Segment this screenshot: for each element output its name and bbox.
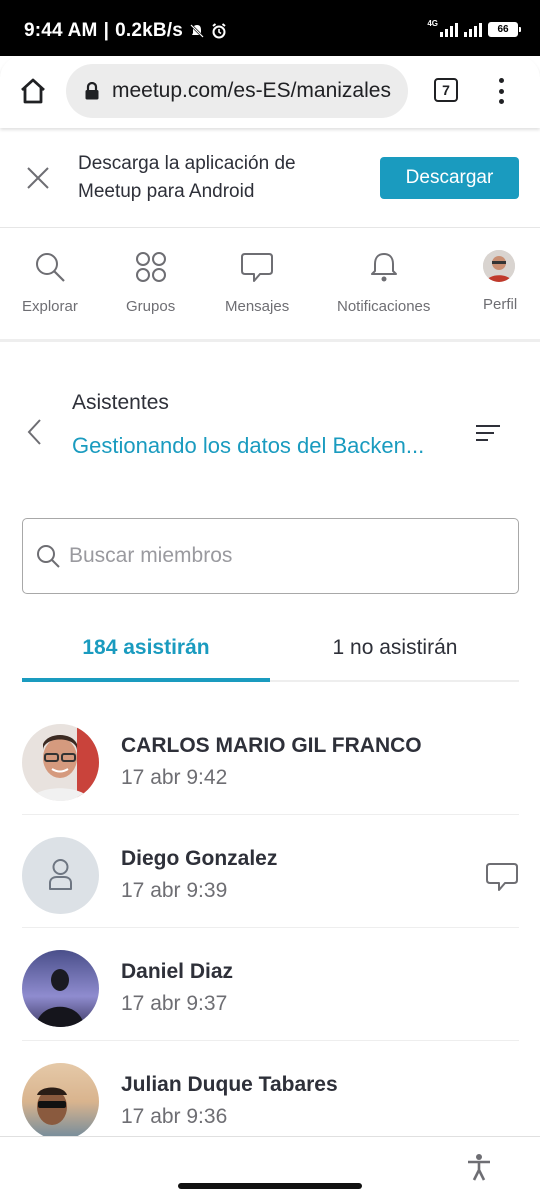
nav-notificaciones[interactable]: Notificaciones <box>337 250 430 315</box>
message-icon[interactable] <box>485 861 519 893</box>
bottom-bar <box>0 1136 540 1200</box>
avatar <box>22 724 99 801</box>
avatar <box>22 950 99 1027</box>
nav-label-mensajes: Mensajes <box>225 298 290 315</box>
attendance-tabs: 184 asistirán 1 no asistirán <box>22 616 519 682</box>
section-label: Asistentes <box>72 391 169 414</box>
alarm-icon <box>212 23 226 39</box>
sort-icon[interactable] <box>474 424 502 442</box>
attendee-time: 17 abr 9:42 <box>121 766 228 789</box>
main-nav: Explorar Grupos Mensajes Notificaciones <box>0 228 540 342</box>
attendee-name: Julian Duque Tabares <box>121 1073 338 1096</box>
signal-icon <box>440 22 458 37</box>
list-item[interactable]: Diego Gonzalez 17 abr 9:39 <box>22 815 519 928</box>
nav-label-perfil: Perfil <box>483 296 518 313</box>
battery-level: 66 <box>497 24 509 35</box>
attendee-time: 17 abr 9:39 <box>121 879 228 902</box>
search-icon <box>37 545 60 568</box>
bell-icon <box>370 253 397 282</box>
accessibility-icon[interactable] <box>466 1153 492 1181</box>
banner-text: Descarga la aplicación de Meetup para An… <box>78 153 296 202</box>
tab-attending[interactable]: 184 asistirán <box>22 636 270 660</box>
attendee-name: Daniel Diaz <box>121 960 234 983</box>
url-text: meetup.com/es-ES/manizales <box>112 79 391 102</box>
active-tab-indicator <box>22 678 270 682</box>
tab-not-attending[interactable]: 1 no asistirán <box>271 636 519 660</box>
profile-avatar <box>483 250 515 282</box>
list-item[interactable]: CARLOS MARIO GIL FRANCO 17 abr 9:42 <box>22 702 519 815</box>
attendee-name: Diego Gonzalez <box>121 847 278 870</box>
groups-icon <box>135 252 166 282</box>
search-input[interactable] <box>69 544 489 568</box>
avatar <box>22 1063 99 1140</box>
browser-toolbar: meetup.com/es-ES/manizales 7 <box>0 56 540 128</box>
search-icon <box>35 253 65 282</box>
tab-switcher-button[interactable]: 7 <box>434 78 458 102</box>
home-icon[interactable] <box>18 76 48 106</box>
status-right: 4G 66 <box>427 19 521 37</box>
nav-label-grupos: Grupos <box>126 298 176 315</box>
nav-grupos[interactable]: Grupos <box>126 250 175 315</box>
member-search[interactable] <box>22 518 519 594</box>
nav-label-explorar: Explorar <box>22 298 78 315</box>
more-menu-icon[interactable] <box>492 76 510 106</box>
lock-icon <box>85 82 99 100</box>
tab-count: 7 <box>442 82 450 98</box>
signal-icon-2 <box>464 22 482 37</box>
status-bar: 9:44 AM | 0.2kB/s 4G 66 <box>0 0 540 56</box>
address-bar[interactable]: meetup.com/es-ES/manizales <box>66 64 408 118</box>
app-download-banner: Descarga la aplicación de Meetup para An… <box>0 128 540 228</box>
nav-mensajes[interactable]: Mensajes <box>225 250 289 315</box>
avatar-placeholder <box>22 837 99 914</box>
status-separator: | <box>103 20 110 41</box>
event-title-link[interactable]: Gestionando los datos del Backen... <box>72 433 452 459</box>
status-speed: 0.2kB/s <box>115 20 184 41</box>
close-icon[interactable] <box>26 166 50 190</box>
back-chevron-icon[interactable] <box>24 418 46 446</box>
nav-explorar[interactable]: Explorar <box>22 250 78 315</box>
nav-perfil[interactable]: Perfil <box>483 250 523 313</box>
list-item[interactable]: Daniel Diaz 17 abr 9:37 <box>22 928 519 1041</box>
battery-icon: 66 <box>488 22 521 37</box>
network-type: 4G <box>427 19 438 28</box>
status-time: 9:44 AM <box>24 20 98 41</box>
attendee-time: 17 abr 9:37 <box>121 992 228 1015</box>
mute-bell-icon <box>190 24 204 38</box>
attendee-time: 17 abr 9:36 <box>121 1105 228 1128</box>
nav-label-notificaciones: Notificaciones <box>337 298 431 315</box>
download-button[interactable]: Descargar <box>380 157 519 199</box>
attendee-name: CARLOS MARIO GIL FRANCO <box>121 734 422 757</box>
home-indicator[interactable] <box>178 1183 362 1189</box>
status-left: 9:44 AM | 0.2kB/s <box>24 20 227 42</box>
message-icon <box>241 253 274 282</box>
